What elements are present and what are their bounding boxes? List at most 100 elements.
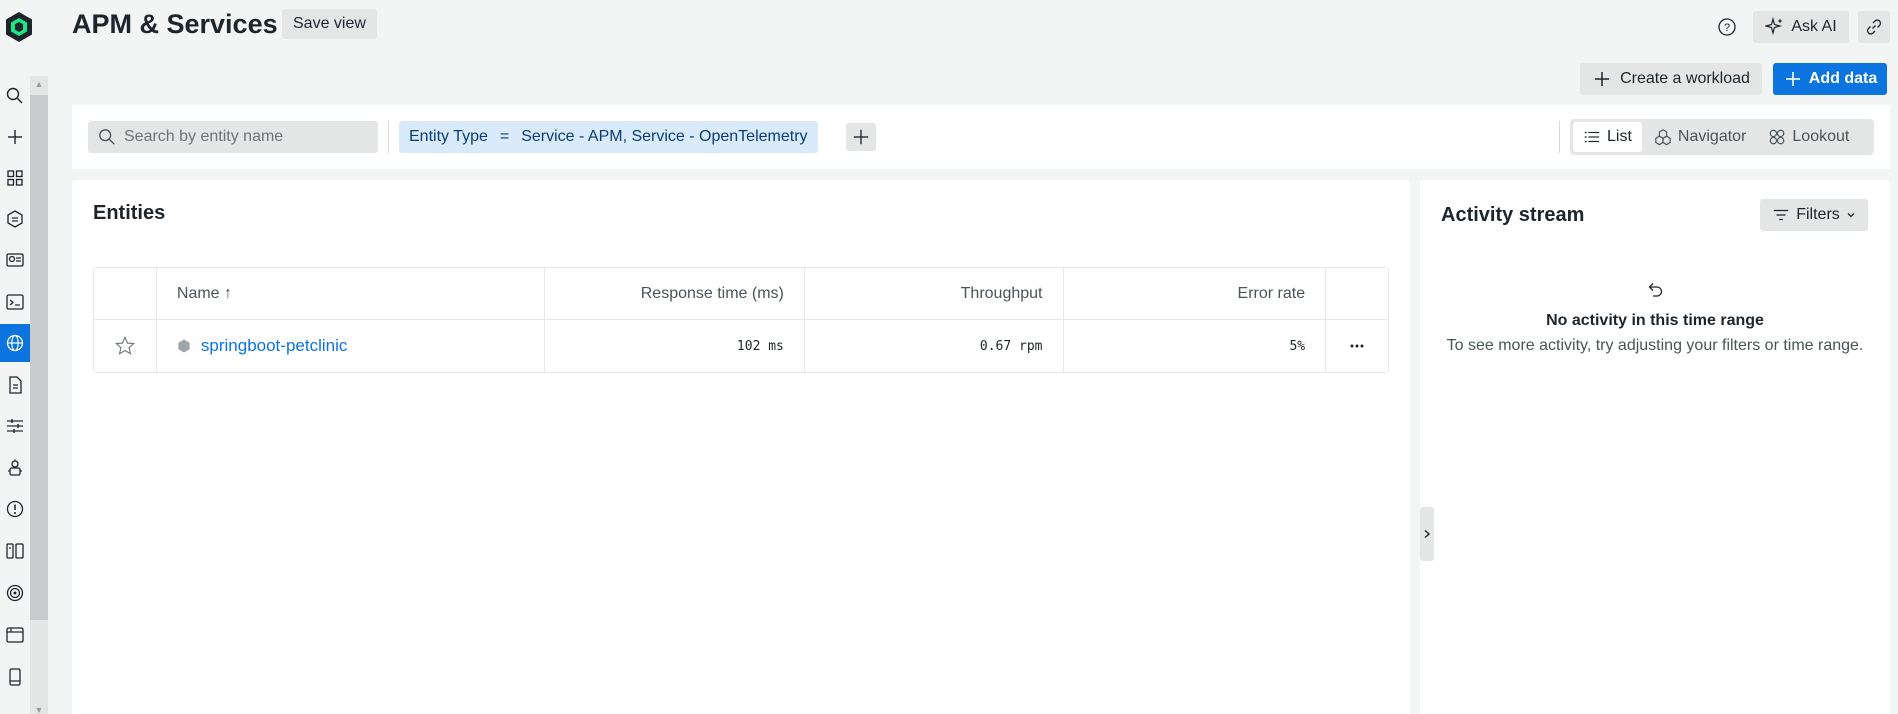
- nav-query[interactable]: [0, 283, 30, 321]
- nav-all-entities[interactable]: [0, 200, 30, 238]
- favorite-cell: [94, 320, 157, 372]
- apps-icon: [7, 170, 23, 186]
- plus-icon: [1785, 72, 1800, 86]
- nav-dashboards[interactable]: [0, 241, 30, 279]
- activity-stream-panel: Activity stream Filters No activity in t…: [1420, 180, 1890, 714]
- nav-apm-services[interactable]: [0, 324, 30, 362]
- view-toggle: List Navigator Lookout: [1570, 119, 1874, 155]
- entities-title: Entities: [93, 202, 166, 224]
- undo-icon: [1648, 283, 1663, 297]
- ai-robot-icon: [8, 459, 22, 476]
- nav-scrollbar[interactable]: [30, 95, 48, 620]
- browser-icon: [6, 627, 24, 643]
- divider: [388, 121, 389, 153]
- nav-apps[interactable]: [0, 159, 30, 197]
- search-input[interactable]: [124, 128, 364, 146]
- filter-bar: Entity Type = Service - APM, Service - O…: [72, 105, 1890, 169]
- page-title: APM & Services: [72, 9, 278, 39]
- search-field[interactable]: [88, 121, 378, 153]
- nav-mobile[interactable]: [0, 658, 30, 696]
- search-icon: [99, 129, 115, 145]
- nav-infrastructure[interactable]: [0, 407, 30, 445]
- nav-logs[interactable]: [0, 366, 30, 404]
- nav-browser[interactable]: [0, 616, 30, 654]
- chip-operator: =: [499, 128, 510, 145]
- alert-icon: [6, 500, 24, 518]
- view-lookout-label: Lookout: [1792, 128, 1850, 145]
- new-relic-logo[interactable]: [4, 10, 34, 44]
- entities-panel: Entities Name ↑ Response time (ms) Throu…: [72, 180, 1410, 714]
- header-cell-favorite: [94, 268, 157, 319]
- view-list-label: List: [1607, 128, 1632, 145]
- add-data-button[interactable]: Add data: [1773, 63, 1887, 95]
- book-icon: [6, 543, 24, 559]
- help-button[interactable]: ?: [1710, 11, 1744, 43]
- sparkle-icon: [1765, 17, 1783, 36]
- add-data-label: Add data: [1808, 70, 1878, 87]
- svg-text:?: ?: [1724, 22, 1730, 34]
- chip-key: Entity Type: [409, 128, 488, 145]
- logs-icon: [9, 376, 22, 394]
- chevron-right-icon: [1424, 529, 1431, 539]
- target-icon: [6, 584, 24, 602]
- add-filter-button[interactable]: [846, 123, 876, 151]
- plus-icon: [1595, 72, 1610, 86]
- link-icon: [1866, 19, 1882, 35]
- view-list[interactable]: List: [1573, 122, 1642, 152]
- header-error-rate[interactable]: Error rate: [1064, 268, 1327, 319]
- left-nav: ▲ ▼: [0, 0, 48, 714]
- chip-value: Service - APM, Service - OpenTelemetry: [521, 128, 808, 145]
- chevron-down-icon: [1847, 213, 1855, 218]
- nav-add[interactable]: [0, 118, 30, 156]
- query-icon: [6, 294, 24, 310]
- ask-ai-label: Ask AI: [1791, 18, 1837, 35]
- scroll-down-icon[interactable]: ▼: [34, 706, 44, 714]
- nav-alerts[interactable]: [0, 490, 30, 528]
- add-icon: [8, 130, 22, 144]
- list-icon: [1584, 131, 1600, 143]
- error-rate-value: 5%: [1064, 320, 1327, 372]
- header-name[interactable]: Name ↑: [157, 268, 546, 319]
- create-workload-label: Create a workload: [1620, 70, 1750, 87]
- filters-button[interactable]: Filters: [1760, 199, 1868, 231]
- scroll-up-icon[interactable]: ▲: [34, 80, 44, 89]
- entities-table: Name ↑ Response time (ms) Throughput Err…: [93, 267, 1389, 373]
- row-actions[interactable]: [1326, 320, 1388, 372]
- nav-service-levels[interactable]: [0, 574, 30, 612]
- filters-label: Filters: [1796, 206, 1840, 223]
- empty-state-title: No activity in this time range: [1546, 312, 1764, 329]
- view-navigator[interactable]: Navigator: [1644, 122, 1756, 152]
- settings-icon: [7, 419, 23, 433]
- copy-link-button[interactable]: [1858, 11, 1890, 43]
- entity-type-filter-chip[interactable]: Entity Type = Service - APM, Service - O…: [399, 121, 818, 153]
- nav-search[interactable]: [0, 77, 30, 115]
- header-throughput[interactable]: Throughput: [805, 268, 1064, 319]
- star-icon[interactable]: [114, 335, 136, 357]
- view-navigator-label: Navigator: [1677, 128, 1747, 145]
- nav-catalog[interactable]: [0, 532, 30, 570]
- plus-icon: [853, 129, 869, 145]
- activity-stream-title: Activity stream: [1441, 204, 1585, 226]
- search-icon: [6, 87, 23, 104]
- save-view-button[interactable]: Save view: [282, 9, 377, 39]
- create-workload-button[interactable]: Create a workload: [1580, 63, 1762, 95]
- empty-state-description: To see more activity, try adjusting your…: [1446, 337, 1864, 354]
- collapse-panel-toggle[interactable]: [1420, 507, 1434, 561]
- help-icon: ?: [1718, 18, 1736, 36]
- nav-ai-monitoring[interactable]: [0, 449, 30, 487]
- response-time-value: 102 ms: [545, 320, 805, 372]
- filter-icon: [1774, 209, 1789, 221]
- view-lookout[interactable]: Lookout: [1758, 122, 1859, 152]
- hexagon-icon: [7, 210, 23, 228]
- dashboards-icon: [6, 253, 24, 267]
- lookout-icon: [1770, 129, 1785, 145]
- mobile-icon: [9, 668, 21, 686]
- ask-ai-button[interactable]: Ask AI: [1753, 11, 1849, 43]
- activity-empty-state: No activity in this time range To see mo…: [1440, 280, 1870, 356]
- globe-icon: [6, 334, 24, 352]
- header-response-time[interactable]: Response time (ms): [545, 268, 805, 319]
- name-cell: springboot-petclinic: [157, 320, 546, 372]
- table-row[interactable]: springboot-petclinic 102 ms 0.67 rpm 5%: [94, 320, 1388, 372]
- entity-name-link[interactable]: springboot-petclinic: [201, 336, 347, 356]
- more-icon: [1350, 344, 1364, 348]
